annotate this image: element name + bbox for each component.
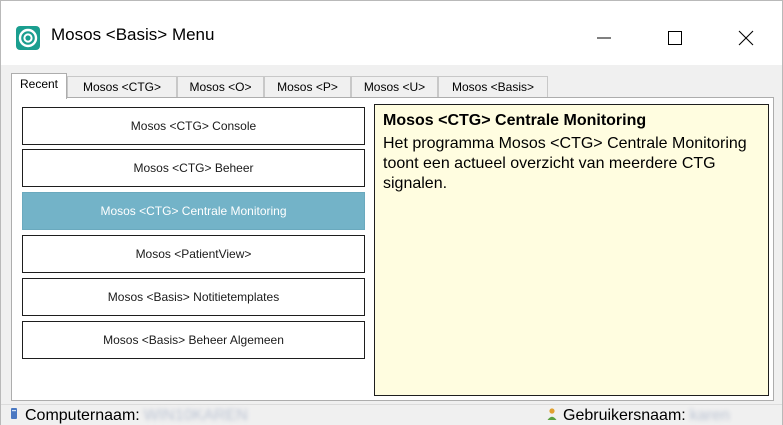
program-button-basis-beheer-algemeen[interactable]: Mosos <Basis> Beheer Algemeen xyxy=(22,321,365,359)
tab-mosos-p[interactable]: Mosos <P> xyxy=(264,76,351,98)
app-window: Mosos <Basis> Menu Recent Mosos <CTG> Mo… xyxy=(0,0,783,425)
description-title: Mosos <CTG> Centrale Monitoring xyxy=(383,112,647,129)
tab-mosos-ctg[interactable]: Mosos <CTG> xyxy=(67,76,177,98)
description-panel: Mosos <CTG> Centrale Monitoring Het prog… xyxy=(374,104,769,396)
maximize-button[interactable] xyxy=(655,19,695,55)
tab-mosos-u[interactable]: Mosos <U> xyxy=(351,76,438,98)
tab-strip: Recent Mosos <CTG> Mosos <O> Mosos <P> M… xyxy=(11,73,771,99)
program-button-ctg-centrale-monitoring[interactable]: Mosos <CTG> Centrale Monitoring xyxy=(22,192,365,230)
program-button-basis-notitietemplates[interactable]: Mosos <Basis> Notitietemplates xyxy=(22,278,365,316)
user-name-value: karen xyxy=(689,407,730,424)
maximize-icon xyxy=(668,31,682,45)
title-bar[interactable]: Mosos <Basis> Menu xyxy=(1,1,782,65)
user-name-label: Gebruikersnaam: xyxy=(563,407,686,424)
close-button[interactable] xyxy=(726,19,766,55)
close-icon xyxy=(738,30,754,46)
program-button-ctg-beheer[interactable]: Mosos <CTG> Beheer xyxy=(22,149,365,187)
computer-name-label: Computernaam: xyxy=(25,407,140,424)
computer-icon xyxy=(11,408,17,419)
computer-name-value: WIN10KAREN xyxy=(143,407,248,424)
program-button-patientview[interactable]: Mosos <PatientView> xyxy=(22,235,365,273)
description-text: Het programma Mosos <CTG> Centrale Monit… xyxy=(383,135,747,192)
mosos-logo-icon xyxy=(16,26,40,50)
minimize-button[interactable] xyxy=(584,19,624,55)
tab-panel-recent: Mosos <CTG> Console Mosos <CTG> Beheer M… xyxy=(11,97,774,401)
tab-mosos-basis[interactable]: Mosos <Basis> xyxy=(438,76,548,98)
status-bar: Computernaam: WIN10KAREN Gebruikersnaam: k… xyxy=(1,404,782,425)
program-button-ctg-console[interactable]: Mosos <CTG> Console xyxy=(22,107,365,145)
window-title: Mosos <Basis> Menu xyxy=(51,25,215,44)
status-user: Gebruikersnaam: karen xyxy=(547,407,730,425)
tab-mosos-o[interactable]: Mosos <O> xyxy=(177,76,264,98)
tab-recent[interactable]: Recent xyxy=(11,73,67,99)
status-computer: Computernaam: WIN10KAREN xyxy=(9,407,248,425)
minimize-icon xyxy=(597,37,611,39)
user-icon xyxy=(547,408,557,420)
